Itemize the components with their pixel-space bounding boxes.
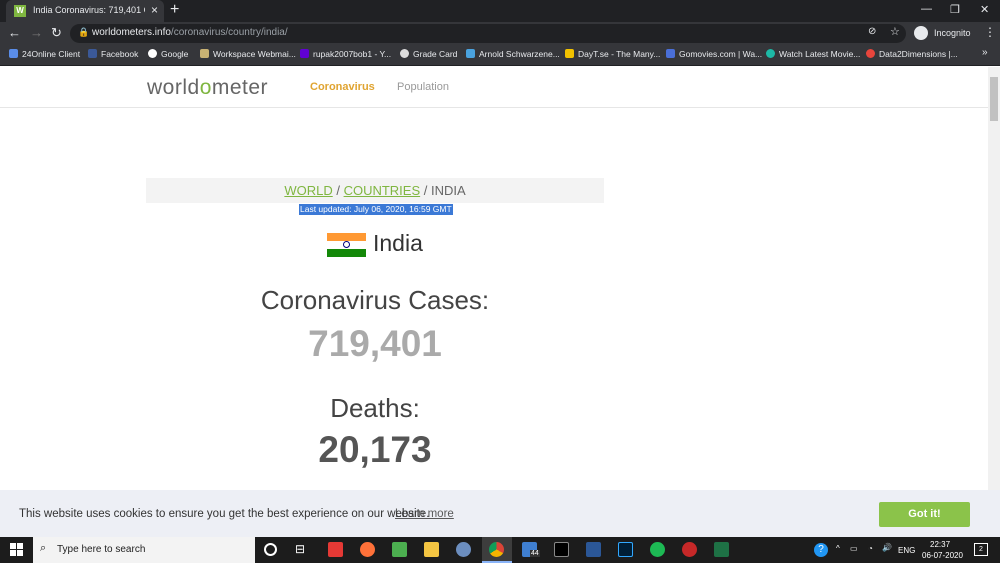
file-explorer-icon[interactable]: [424, 542, 439, 557]
bookmarks-overflow-icon[interactable]: »: [982, 47, 988, 58]
breadcrumb: WORLD / COUNTRIES / INDIA: [146, 178, 604, 203]
nav-coronavirus[interactable]: Coronavirus: [310, 81, 375, 93]
language-indicator[interactable]: ENG: [898, 546, 915, 555]
cookie-message: This website uses cookies to ensure you …: [19, 508, 430, 520]
spotify-icon[interactable]: [650, 542, 665, 557]
page-viewport: worldometer Coronavirus Population WORLD…: [0, 67, 988, 497]
bookmark-item[interactable]: Workspace Webmai...: [200, 49, 296, 59]
volume-icon[interactable]: 🔊: [882, 543, 892, 552]
learn-more-link[interactable]: Learn more: [395, 508, 454, 520]
task-view-icon[interactable]: ⊟: [295, 542, 305, 556]
excel-icon[interactable]: [714, 542, 729, 557]
close-window-icon[interactable]: ✕: [980, 3, 989, 16]
worldometer-favicon-icon: W: [14, 5, 26, 17]
terminal-icon[interactable]: [554, 542, 569, 557]
dayt-icon: [565, 49, 574, 58]
bookmark-item[interactable]: DayT.se - The Many...: [565, 49, 660, 59]
bookmark-item[interactable]: Data2Dimensions |...: [866, 49, 958, 59]
bookmark-item[interactable]: Watch Latest Movie...: [766, 49, 860, 59]
help-icon[interactable]: ?: [814, 543, 828, 557]
app-icon[interactable]: [682, 542, 697, 557]
incognito-icon: [914, 26, 928, 40]
r-icon[interactable]: [456, 542, 471, 557]
url-host: worldometers.info: [92, 27, 171, 38]
scrollbar-thumb[interactable]: [990, 77, 998, 121]
google-icon: [148, 49, 157, 58]
deaths-label: Deaths:: [330, 393, 420, 423]
clock-date[interactable]: 06-07-2020: [922, 551, 963, 560]
bookmark-item[interactable]: rupak2007bob1 - Y...: [300, 49, 391, 59]
battery-icon[interactable]: ▭: [850, 544, 858, 553]
clock-time[interactable]: 22:37: [930, 540, 950, 549]
profile-label[interactable]: Incognito: [934, 28, 971, 38]
wifi-icon[interactable]: ◔: [868, 544, 873, 553]
page-scrollbar[interactable]: [988, 67, 1000, 497]
deaths-count: 20,173: [318, 429, 432, 470]
cortana-icon[interactable]: [264, 543, 277, 556]
photoshop-icon[interactable]: [618, 542, 633, 557]
notification-icon[interactable]: 2: [974, 543, 988, 556]
star-icon[interactable]: ☆: [890, 25, 900, 38]
facebook-icon: [88, 49, 97, 58]
play-icon: [766, 49, 775, 58]
data2dimensions-icon: [866, 49, 875, 58]
cookie-banner: This website uses cookies to ensure you …: [0, 490, 1000, 537]
bookmark-item[interactable]: Facebook: [88, 49, 138, 59]
new-tab-button[interactable]: +: [170, 1, 179, 19]
lock-icon: 🔒: [78, 27, 90, 37]
last-updated-text: Last updated: July 06, 2020, 16:59 GMT: [299, 204, 453, 215]
close-tab-icon[interactable]: ×: [151, 3, 158, 17]
windows-taskbar: ⌕ Type here to search ⊟ 44 ? ^ ▭ ◔ 🔊 ENG…: [0, 537, 1000, 563]
breadcrumb-countries-link[interactable]: COUNTRIES: [344, 183, 421, 198]
bookmark-item[interactable]: Grade Card: [400, 49, 457, 59]
app-icon[interactable]: [392, 542, 407, 557]
restore-icon[interactable]: ❐: [950, 3, 960, 16]
tab-strip: W India Coronavirus: 719,401 Cases × + —…: [0, 0, 1000, 22]
tab-title: India Coronavirus: 719,401 Cases: [33, 5, 145, 15]
reload-icon[interactable]: ↻: [51, 25, 62, 41]
badge-count: 44: [530, 550, 540, 557]
cases-count: 719,401: [308, 323, 442, 364]
tray-chevron-icon[interactable]: ^: [836, 544, 840, 553]
app-icon[interactable]: [328, 542, 343, 557]
bookmark-icon: [466, 49, 475, 58]
search-icon: ⌕: [40, 542, 47, 554]
chrome-icon: [489, 542, 504, 557]
bookmark-item[interactable]: 24Online Client: [9, 49, 80, 59]
grade-icon: [400, 49, 409, 58]
forward-icon[interactable]: →: [30, 25, 43, 40]
workspace-icon: [200, 49, 209, 58]
address-bar-row: ← → ↻ 🔒 worldometers.info/coronavirus/co…: [0, 22, 1000, 45]
active-tab[interactable]: W India Coronavirus: 719,401 Cases ×: [6, 0, 164, 22]
chrome-taskbar-button[interactable]: [482, 537, 512, 563]
tracking-off-icon[interactable]: ⊘: [868, 26, 876, 37]
bookmark-item[interactable]: Arnold Schwarzene...: [466, 49, 560, 59]
breadcrumb-current: INDIA: [430, 183, 466, 198]
url-path: /coronavirus/country/india/: [170, 27, 288, 38]
bookmark-item[interactable]: Google: [148, 49, 188, 59]
taskbar-search[interactable]: ⌕ Type here to search: [33, 537, 255, 563]
got-it-button[interactable]: Got it!: [879, 502, 970, 527]
breadcrumb-world-link[interactable]: WORLD: [284, 183, 332, 198]
bookmarks-bar: 24Online Client Facebook Google Workspac…: [0, 45, 1000, 66]
india-flag-icon: [327, 233, 366, 257]
omnibox[interactable]: 🔒 worldometers.info/coronavirus/country/…: [70, 24, 906, 43]
minimize-icon[interactable]: —: [921, 3, 932, 15]
worldometer-logo[interactable]: worldometer: [147, 76, 268, 100]
start-windows-icon[interactable]: [10, 543, 23, 556]
cases-label: Coronavirus Cases:: [260, 285, 490, 315]
menu-kebab-icon[interactable]: ⋮: [984, 25, 996, 39]
country-name: India: [373, 230, 423, 256]
firefox-icon[interactable]: [360, 542, 375, 557]
search-placeholder: Type here to search: [57, 544, 146, 555]
site-header: worldometer Coronavirus Population: [0, 67, 988, 108]
gomovies-icon: [666, 49, 675, 58]
bookmark-icon: [9, 49, 18, 58]
word-icon[interactable]: [586, 542, 601, 557]
back-icon[interactable]: ←: [8, 25, 21, 40]
yahoo-icon: [300, 49, 309, 58]
nav-population[interactable]: Population: [397, 81, 449, 93]
bookmark-item[interactable]: Gomovies.com | Wa...: [666, 49, 762, 59]
